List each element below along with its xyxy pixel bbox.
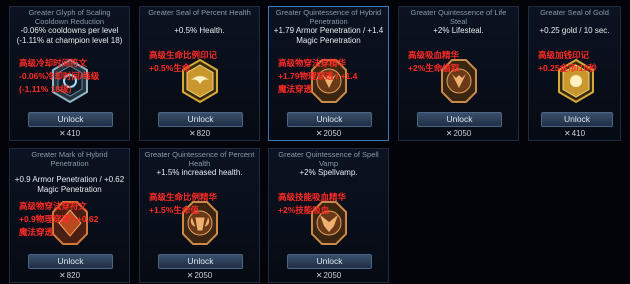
unlock-button[interactable]: Unlock xyxy=(287,254,372,269)
rune-description: +0.5% Health. xyxy=(174,26,225,35)
ip-currency-icon: ✕ xyxy=(563,129,571,138)
price: ✕410 xyxy=(529,129,620,138)
unlock-button[interactable]: Unlock xyxy=(158,112,243,127)
rune-description: +2% Lifesteal. xyxy=(433,26,484,35)
rune-chinese-note: 高级技能吸血精华 +2%技能吸血 xyxy=(278,192,347,215)
rune-chinese-note: 高级生命比例印记 +0.5%生命 xyxy=(149,50,218,73)
rune-description: +0.25 gold / 10 sec. xyxy=(539,26,610,35)
rune-description: +2% Spellvamp. xyxy=(299,168,358,177)
price-value: 2050 xyxy=(453,129,472,138)
unlock-button[interactable]: Unlock xyxy=(287,112,372,127)
ip-currency-icon: ✕ xyxy=(188,129,196,138)
price-value: 820 xyxy=(196,129,211,138)
price-value: 2050 xyxy=(323,271,342,280)
price-value: 2050 xyxy=(194,271,213,280)
rune-title: Greater Quintessence of Spell Vamp xyxy=(278,150,379,168)
price-value: 410 xyxy=(571,129,586,138)
price: ✕820 xyxy=(10,271,129,280)
price: ✕2050 xyxy=(399,129,518,138)
ip-currency-icon: ✕ xyxy=(186,271,194,280)
unlock-button[interactable]: Unlock xyxy=(541,112,613,127)
unlock-button[interactable]: Unlock xyxy=(28,112,113,127)
rune-card-lifesteal-quint[interactable]: Greater Quintessence of Life Steal +2% L… xyxy=(398,6,519,141)
ip-currency-icon: ✕ xyxy=(58,129,66,138)
ip-currency-icon: ✕ xyxy=(445,129,453,138)
rune-card-hybrid-pen-quint[interactable]: Greater Quintessence of Hybrid Penetrati… xyxy=(268,6,389,141)
rune-title: Greater Quintessence of Life Steal xyxy=(410,8,507,26)
rune-card-percent-health-quint[interactable]: Greater Quintessence of Percent Health +… xyxy=(139,148,260,283)
rune-description: -0.06% cooldowns per level (-1.11% at ch… xyxy=(16,26,123,45)
rune-chinese-note: 高级物穿法穿精华 +1.79物理穿透 / +1.4 魔法穿透 xyxy=(278,58,358,94)
rune-title: Greater Quintessence of Percent Health xyxy=(144,150,255,168)
rune-chinese-note: 高级加钱印记 +0.25金币/10秒 xyxy=(538,50,597,73)
unlock-button[interactable]: Unlock xyxy=(158,254,243,269)
price-value: 820 xyxy=(66,271,81,280)
price-value: 2050 xyxy=(323,129,342,138)
rune-chinese-note: 高级物穿法穿符文 +0.9物理穿透 / +0.62 魔法穿透 xyxy=(19,201,99,237)
price: ✕2050 xyxy=(140,271,259,280)
rune-card-gold-seal[interactable]: Greater Seal of Gold +0.25 gold / 10 sec… xyxy=(528,6,621,141)
ip-currency-icon: ✕ xyxy=(315,129,323,138)
rune-chinese-note: 高级冷却时间符文 -0.06%冷却时间/每级 (-1.11% 18级) xyxy=(19,58,100,94)
rune-chinese-note: 高级生命比例精华 +1.5%生命值 xyxy=(149,192,218,215)
rune-description: +1.79 Armor Penetration / +1.4 Magic Pen… xyxy=(273,26,384,45)
rune-card-percent-health-seal[interactable]: Greater Seal of Percent Health +0.5% Hea… xyxy=(139,6,260,141)
price-value: 410 xyxy=(66,129,81,138)
rune-chinese-note: 高级吸血精华 +2%生命偷取 xyxy=(408,50,460,73)
rune-title: Greater Glyph of Scaling Cooldown Reduct… xyxy=(28,8,111,26)
rune-title: Greater Seal of Gold xyxy=(540,8,609,17)
rune-title: Greater Seal of Percent Health xyxy=(148,8,251,17)
price: ✕410 xyxy=(10,129,129,138)
unlock-button[interactable]: Unlock xyxy=(28,254,113,269)
rune-card-cooldown-glyph[interactable]: Greater Glyph of Scaling Cooldown Reduct… xyxy=(9,6,130,141)
unlock-button[interactable]: Unlock xyxy=(417,112,502,127)
rune-description: +1.5% increased health. xyxy=(156,168,243,177)
rune-title: Greater Quintessence of Hybrid Penetrati… xyxy=(275,8,382,26)
rune-card-hybrid-pen-mark[interactable]: Greater Mark of Hybrid Penetration +0.9 … xyxy=(9,148,130,283)
rune-title: Greater Mark of Hybrid Penetration xyxy=(31,150,108,168)
price: ✕2050 xyxy=(269,271,388,280)
rune-description: +0.9 Armor Penetration / +0.62 Magic Pen… xyxy=(14,175,125,194)
price: ✕2050 xyxy=(269,129,388,138)
ip-currency-icon: ✕ xyxy=(58,271,66,280)
rune-card-spellvamp-quint[interactable]: Greater Quintessence of Spell Vamp +2% S… xyxy=(268,148,389,283)
ip-currency-icon: ✕ xyxy=(315,271,323,280)
price: ✕820 xyxy=(140,129,259,138)
